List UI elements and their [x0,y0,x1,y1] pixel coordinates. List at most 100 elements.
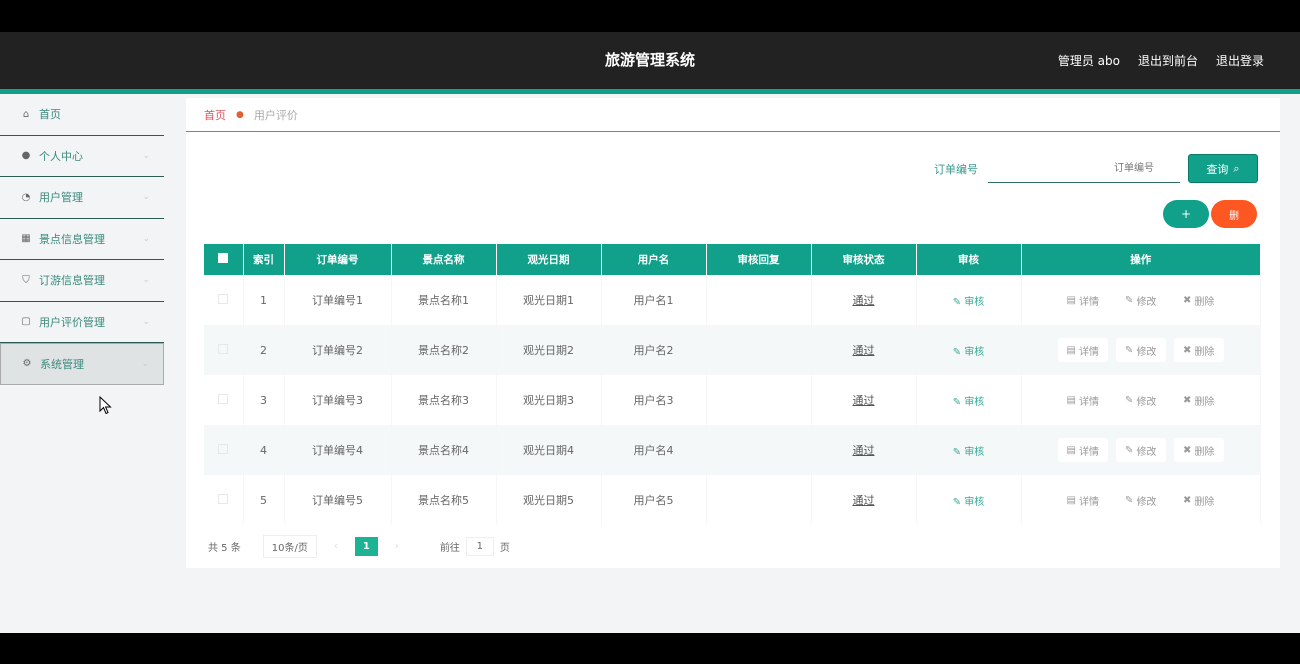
select-all-cell [204,244,244,275]
delete-row-button[interactable]: ✖ 删除 [1173,488,1224,512]
sidebar-item-label: 系统管理 [40,357,84,371]
sidebar-item-reviews[interactable]: ▢ 用户评价管理 ⌄ [0,302,164,343]
status-link[interactable]: 通过 [853,294,875,307]
edit-label: 修改 [1136,396,1157,408]
row-select-cell [204,275,244,325]
trash-icon: ✖ [1183,394,1192,406]
table-row: 1 订单编号1 景点名称1 观光日期1 用户名1 通过 ✎ 审核 ▤ 详情 ✎ 修改 ✖ 删除 [204,275,1261,325]
cell-review-action: ✎ 审核 [916,325,1022,375]
trash-icon: ✖ [1183,444,1192,456]
search-button[interactable]: 查询 ⌕ [1188,154,1258,183]
review-button[interactable]: ✎ 审核 [953,447,985,458]
cell-visit-date: 观光日期3 [496,375,602,425]
detail-label: 详情 [1078,496,1099,508]
status-link[interactable]: 通过 [853,344,875,357]
add-button[interactable]: + [1163,200,1209,228]
chevron-down-icon: ⌄ [141,358,149,369]
edit-button[interactable]: ✎ 修改 [1115,488,1166,512]
delete-row-button[interactable]: ✖ 删除 [1173,288,1224,312]
edit-button[interactable]: ✎ 修改 [1115,338,1166,362]
delete-row-button[interactable]: ✖ 删除 [1173,388,1224,412]
app-body: ⌂ 首页 ● 个人中心 ⌄ ◔ 用户管理 ⌄ ▦ 景点信息管理 ⌄ ⛉ 订游信息… [0,94,1300,633]
detail-button[interactable]: ▤ 详情 [1057,488,1108,512]
status-link[interactable]: 通过 [853,444,875,457]
cell-operations: ▤ 详情 ✎ 修改 ✖ 删除 [1021,425,1261,475]
row-checkbox[interactable] [218,493,229,504]
search-label: 订单编号 [934,162,978,176]
cell-order-no: 订单编号2 [284,325,392,375]
prev-page-icon[interactable]: ‹ [325,541,347,552]
review-button[interactable]: ✎ 审核 [953,497,985,508]
detail-button[interactable]: ▤ 详情 [1057,338,1108,362]
search-input[interactable] [988,154,1180,183]
cell-review-action: ✎ 审核 [916,475,1022,525]
sidebar-item-label: 用户评价管理 [39,315,105,329]
review-button[interactable]: ✎ 审核 [953,297,985,308]
sidebar-item-label: 用户管理 [39,191,83,205]
review-label: 审核 [964,296,985,308]
row-checkbox[interactable] [218,293,229,304]
table-header-row: 索引 订单编号 景点名称 观光日期 用户名 审核回复 审核状态 审核 操作 [204,244,1261,275]
edit-button[interactable]: ✎ 修改 [1115,438,1166,462]
detail-label: 详情 [1078,346,1099,358]
detail-button[interactable]: ▤ 详情 [1057,388,1108,412]
review-label: 审核 [964,496,985,508]
delete-button[interactable]: 删 [1211,200,1257,228]
detail-button[interactable]: ▤ 详情 [1057,288,1108,312]
sidebar-item-home[interactable]: ⌂ 首页 [0,94,164,136]
status-link[interactable]: 通过 [853,494,875,507]
delete-row-button[interactable]: ✖ 删除 [1173,438,1224,462]
review-button[interactable]: ✎ 审核 [953,397,985,408]
detail-button[interactable]: ▤ 详情 [1057,438,1108,462]
delete-label: 删除 [1194,396,1215,408]
goto-page-input[interactable]: 1 [465,537,494,556]
logout-link[interactable]: 退出登录 [1216,52,1264,69]
breadcrumb-home[interactable]: 首页 [204,107,226,123]
edit-label: 修改 [1136,446,1157,458]
cell-order-no: 订单编号4 [284,425,392,475]
detail-label: 详情 [1078,396,1099,408]
page-number-current[interactable]: 1 [354,537,378,556]
search-button-label: 查询 [1206,162,1229,176]
select-all-checkbox[interactable] [218,253,229,263]
review-label: 审核 [964,346,985,358]
sidebar-item-profile[interactable]: ● 个人中心 ⌄ [0,136,164,177]
cell-username: 用户名5 [601,475,707,525]
cell-review-reply [706,475,812,525]
cell-index: 5 [243,475,285,525]
pencil-icon: ✎ [1125,394,1134,406]
pencil-icon: ✎ [1125,344,1134,356]
review-button[interactable]: ✎ 审核 [953,347,985,358]
status-link[interactable]: 通过 [853,394,875,407]
detail-label: 详情 [1078,446,1099,458]
row-checkbox[interactable] [218,393,229,404]
row-checkbox[interactable] [218,343,229,354]
row-checkbox[interactable] [218,443,229,454]
edit-label: 修改 [1136,496,1157,508]
pencil-icon: ✎ [1125,294,1134,306]
edit-button[interactable]: ✎ 修改 [1115,388,1166,412]
cell-operations: ▤ 详情 ✎ 修改 ✖ 删除 [1021,275,1261,325]
exit-to-front-link[interactable]: 退出到前台 [1138,52,1198,69]
breadcrumb-current: 用户评价 [253,108,298,122]
sidebar-item-orders[interactable]: ⛉ 订游信息管理 ⌄ [0,260,164,302]
delete-row-button[interactable]: ✖ 删除 [1173,338,1224,362]
edit-label: 修改 [1136,346,1157,358]
cell-username: 用户名4 [601,425,707,475]
review-label: 审核 [964,396,985,408]
top-header: 旅游管理系统 管理员 abo 退出到前台 退出登录 [0,32,1300,89]
cell-review-status: 通过 [811,425,917,475]
page-size-select[interactable]: 10条/页 [262,535,317,558]
sidebar-item-users[interactable]: ◔ 用户管理 ⌄ [0,177,164,219]
chevron-down-icon: ⌄ [142,316,150,327]
edit-button[interactable]: ✎ 修改 [1115,288,1166,312]
goto-suffix: 页 [499,543,510,554]
chevron-down-icon: ⌄ [142,150,150,161]
sidebar-item-spots[interactable]: ▦ 景点信息管理 ⌄ [0,219,164,260]
sidebar-item-system[interactable]: ⚙ 系统管理 ⌄ [0,343,164,385]
table-row: 4 订单编号4 景点名称4 观光日期4 用户名4 通过 ✎ 审核 ▤ 详情 ✎ 修改 ✖ 删除 [204,425,1261,475]
cell-index: 3 [243,375,285,425]
trash-icon: ✖ [1183,344,1192,356]
next-page-icon[interactable]: › [386,541,408,552]
image-icon: ▦ [21,233,31,245]
